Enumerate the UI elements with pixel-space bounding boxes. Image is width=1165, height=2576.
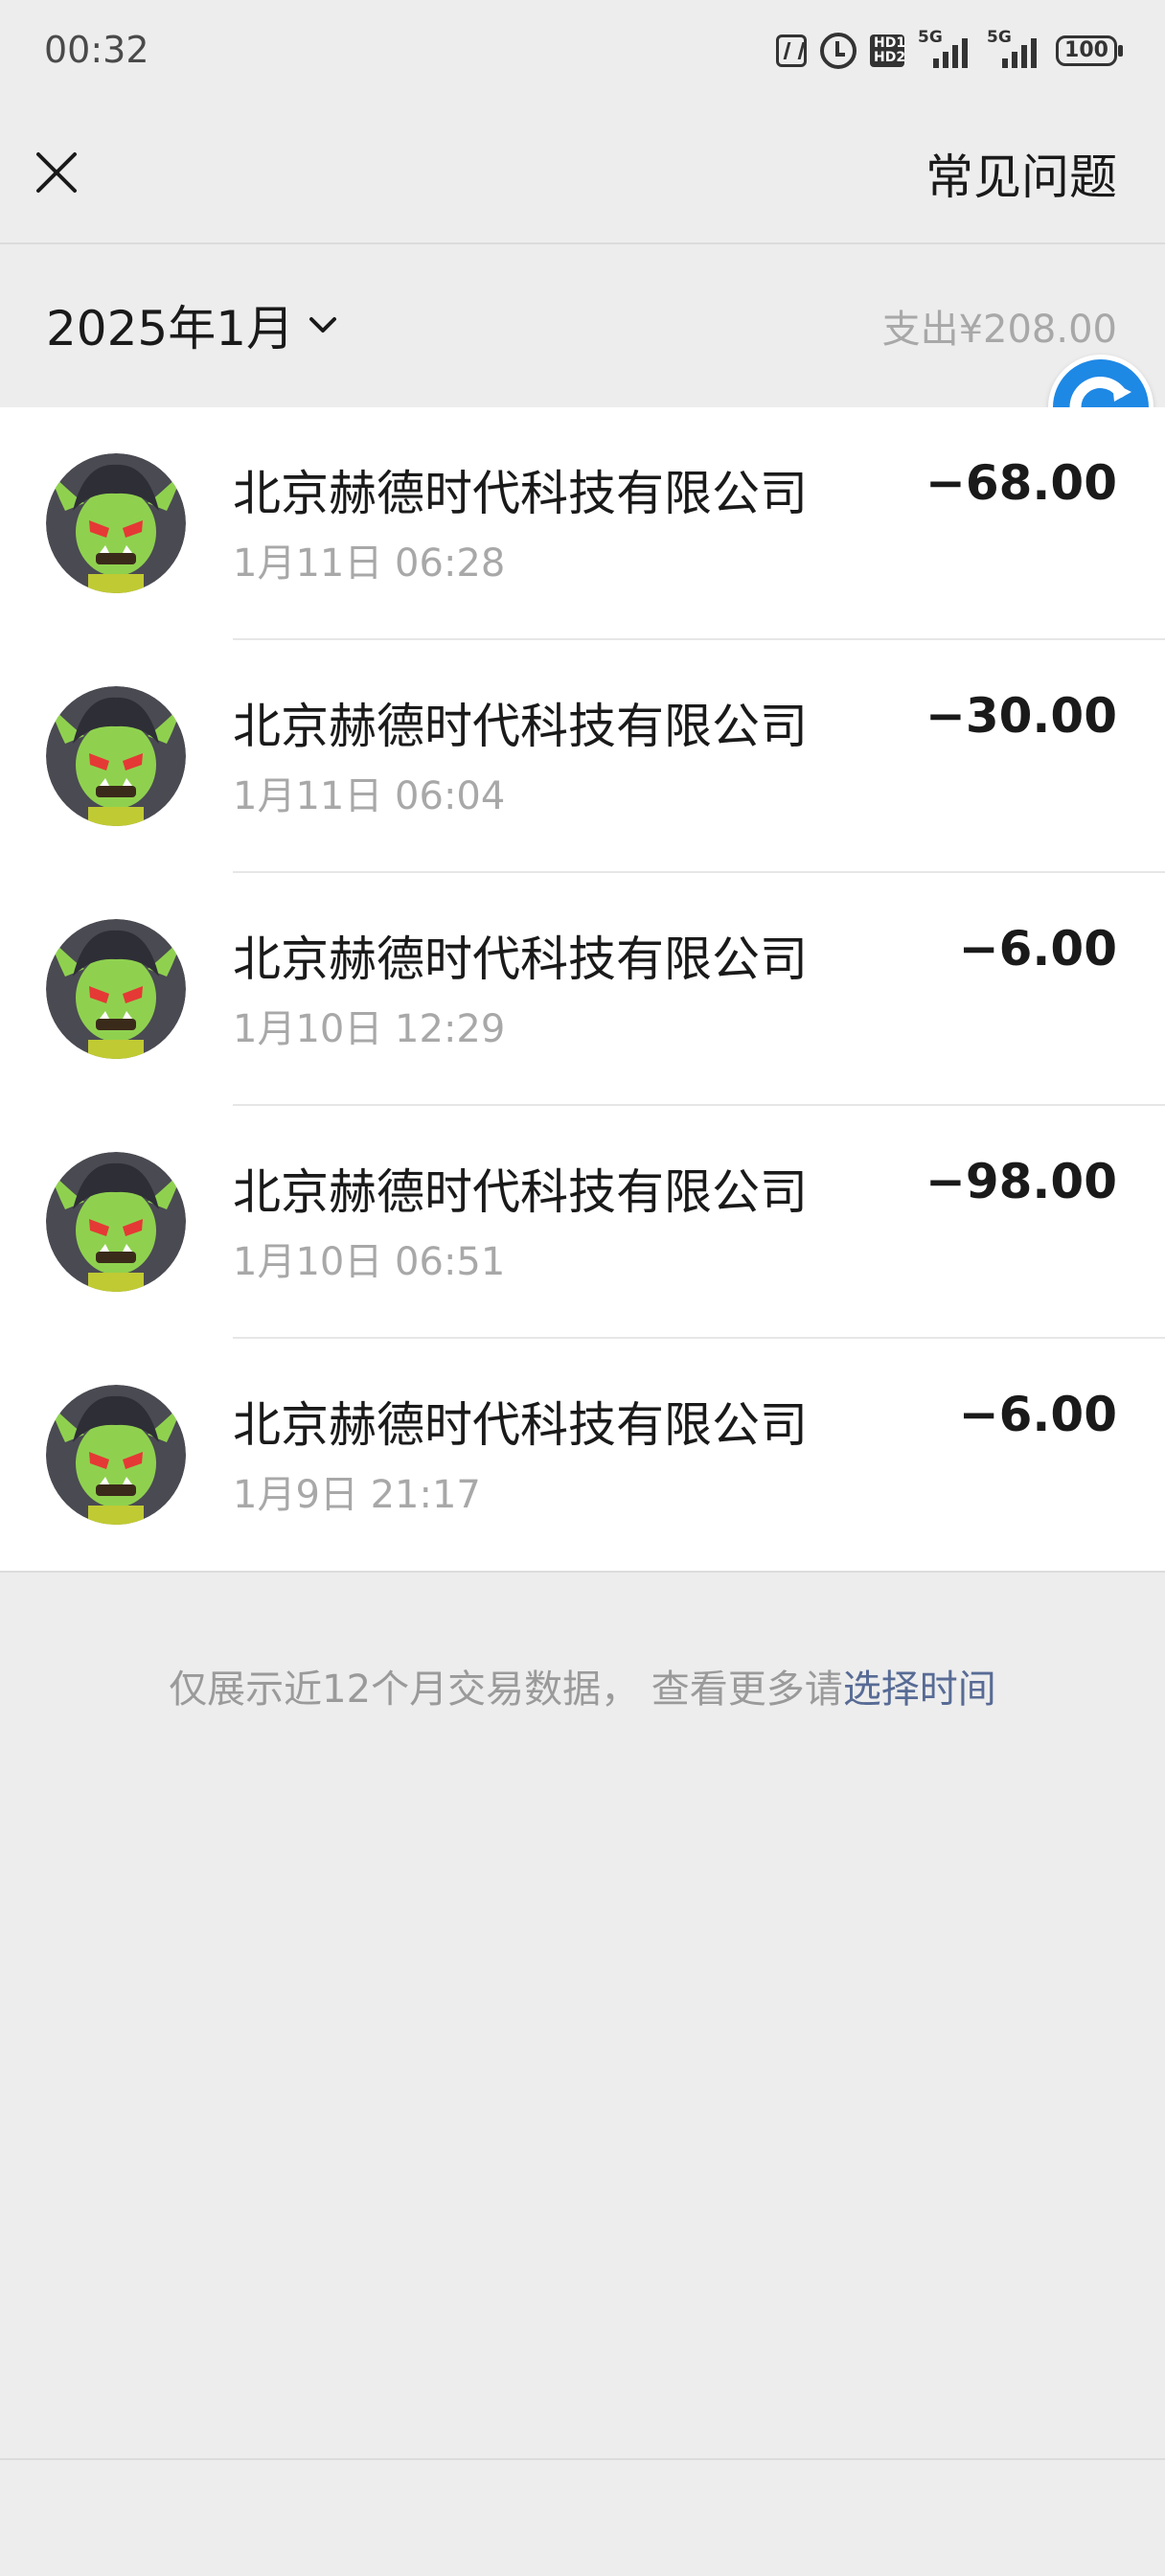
merchant-name: 北京赫德时代科技有限公司 [233,466,808,521]
month-label: 2025年1月 [46,301,295,356]
transaction-amount: −6.00 [958,1387,1117,1442]
close-icon [36,152,77,193]
close-button[interactable] [25,141,88,204]
status-bar: 00:32 HD1 HD2 5G 5G 100 [0,0,1165,101]
goblin-avatar-icon [46,686,186,826]
signal-icon: 5G [987,28,1042,70]
faq-button[interactable]: 常见问题 [925,139,1117,208]
goblin-avatar-icon [46,1385,186,1525]
month-selector[interactable]: 2025年1月 [46,290,342,359]
transaction-row[interactable]: 北京赫德时代科技有限公司 1月11日 06:04 −30.00 [0,640,1165,873]
transaction-row[interactable]: 北京赫德时代科技有限公司 1月11日 06:28 −68.00 [0,407,1165,640]
transaction-time: 1月11日 06:04 [233,774,506,818]
transaction-amount: −68.00 [925,455,1117,511]
select-time-link[interactable]: 选择时间 [843,1668,996,1712]
transaction-row[interactable]: 北京赫德时代科技有限公司 1月9日 21:17 −6.00 [0,1339,1165,1572]
merchant-avatar [46,1152,186,1292]
merchant-name: 北京赫德时代科技有限公司 [233,1397,808,1453]
battery-icon: 100 [1056,35,1123,66]
transaction-time: 1月10日 12:29 [233,1007,506,1051]
hd-icon: HD1 HD2 [870,34,905,67]
bottom-divider [0,2458,1165,2460]
merchant-avatar [46,686,186,826]
transaction-row[interactable]: 北京赫德时代科技有限公司 1月10日 06:51 −98.00 [0,1106,1165,1339]
merchant-avatar [46,1385,186,1525]
signal-1-label: 5G [918,28,943,47]
goblin-avatar-icon [46,453,186,593]
chevron-down-icon [309,317,337,333]
expense-summary: 支出¥208.00 [881,308,1117,352]
transaction-time: 1月9日 21:17 [233,1473,481,1517]
merchant-avatar [46,453,186,593]
goblin-avatar-icon [46,1152,186,1292]
transaction-list: 北京赫德时代科技有限公司 1月11日 06:28 −68.00 北京赫德时代科技… [0,407,1165,1573]
transaction-row[interactable]: 北京赫德时代科技有限公司 1月10日 12:29 −6.00 [0,873,1165,1106]
signal-2-label: 5G [987,28,1012,47]
nfc-icon [776,34,807,67]
signal-icon: 5G [918,28,973,70]
status-icons: HD1 HD2 5G 5G 100 [776,28,1123,73]
merchant-avatar [46,919,186,1059]
transaction-amount: −30.00 [925,688,1117,744]
footer-note: 仅展示近12个月交易数据， 查看更多请选择时间 [0,1658,1165,1714]
merchant-name: 北京赫德时代科技有限公司 [233,699,808,754]
alarm-icon [820,33,857,69]
footer-note-text: 仅展示近12个月交易数据， 查看更多请 [169,1668,843,1712]
transaction-time: 1月10日 06:51 [233,1240,506,1284]
transaction-amount: −6.00 [958,921,1117,977]
nav-bar: 常见问题 [0,101,1165,244]
transaction-amount: −98.00 [925,1154,1117,1209]
month-header: 2025年1月 支出¥208.00 [0,244,1165,407]
goblin-avatar-icon [46,919,186,1059]
merchant-name: 北京赫德时代科技有限公司 [233,932,808,987]
transaction-time: 1月11日 06:28 [233,541,506,586]
status-time: 00:32 [44,29,149,71]
merchant-name: 北京赫德时代科技有限公司 [233,1164,808,1220]
